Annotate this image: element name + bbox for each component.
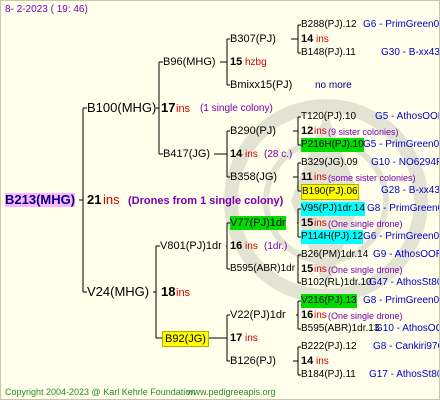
sire-num: 17: [161, 100, 176, 115]
root-queen[interactable]: B213(MHG): [5, 193, 76, 207]
ds-ins: ins: [245, 241, 258, 252]
g4-queen[interactable]: B190(PJ).06: [301, 184, 359, 200]
ds-note: (1dr.): [264, 241, 288, 252]
g4-queen[interactable]: T120(PJ).10: [301, 110, 356, 124]
footer-site-link[interactable]: www.pedigreeapis.org: [187, 385, 276, 399]
g4-origin: G6 - PrimGreen00: [363, 19, 440, 30]
dd-ins: ins: [245, 333, 258, 344]
dd-queen[interactable]: B92(JG): [162, 331, 209, 347]
g3-note: (9 sister colonies): [328, 127, 399, 137]
report-date: 8- 2-2023 ( 19: 46): [5, 4, 88, 15]
root-note: (Drones from 1 single colony): [128, 195, 284, 207]
root-ins: ins: [103, 192, 120, 207]
g4-origin: G5 - AthosOOR: [375, 111, 440, 122]
g3-queen[interactable]: B126(PJ): [230, 354, 276, 368]
sd-note: (28 c.): [264, 149, 293, 160]
g4-queen[interactable]: B148(PJ).11: [301, 46, 356, 60]
g3-num: 14: [301, 355, 314, 367]
g4-queen[interactable]: V95(PJ)1dr.14: [301, 202, 365, 216]
g4-origin: G8 - PrimGreen00: [363, 295, 440, 306]
g3-num: 16: [301, 309, 314, 321]
sd-queen[interactable]: B417(JG): [163, 147, 210, 161]
g3-num: 15: [301, 263, 314, 275]
sd-ins: ins: [245, 149, 258, 160]
g4-origin: G5 - PrimGreen00: [363, 139, 440, 150]
g4-queen[interactable]: P114H(PJ).12: [301, 230, 364, 244]
g4-origin: G28 - B-xx43: [381, 185, 440, 196]
sire-ins: ins: [176, 103, 191, 115]
g3-note: (some sister colonies): [328, 173, 416, 183]
g3-ins: ins: [316, 34, 329, 45]
g3-ins: ins: [314, 310, 327, 321]
ds-num: 16: [230, 240, 243, 252]
sire-note: (1 single colony): [200, 103, 273, 114]
g4-origin: G8 - PrimGreen00: [367, 203, 439, 214]
g3-ins: ins: [314, 218, 327, 229]
g3-queen[interactable]: V77(PJ)1dr: [230, 216, 286, 230]
g4-origin: G9 - AthosOOR: [373, 249, 440, 260]
g3-num: 15: [301, 217, 314, 229]
sd-num: 14: [230, 148, 243, 160]
dam-queen[interactable]: V24(MHG): [87, 285, 149, 299]
g4-origin: G17 - AthosSt80R: [369, 369, 439, 380]
dd-num: 17: [230, 332, 243, 344]
dam-ins: ins: [176, 287, 191, 299]
g4-origin: G10 - NO6294R: [371, 157, 440, 168]
g4-queen[interactable]: B595(ABR)1dr.13: [301, 322, 379, 336]
g3-ins: ins: [314, 172, 327, 183]
g4-queen[interactable]: B329(JG).09: [301, 156, 358, 170]
dam-num: 18: [161, 284, 176, 299]
g3-queen[interactable]: B595(ABR)1dr: [230, 262, 295, 276]
g4-origin: G47 - AthosSt80R: [369, 277, 439, 288]
g4-origin: G8 - Cankiri97Q: [373, 341, 440, 352]
g3-ins: ins: [314, 126, 327, 137]
g4-queen[interactable]: B222(PJ).12: [301, 340, 357, 354]
g3-note: (One single drone): [328, 311, 403, 321]
ss-ins: hzbg: [245, 57, 267, 68]
g3-queen[interactable]: B307(PJ): [230, 32, 276, 46]
g3-num: 11: [301, 171, 313, 183]
g3-ins: ins: [316, 356, 329, 367]
g3-note: (One single drone): [328, 265, 403, 275]
g3-note: no more: [315, 80, 352, 91]
sire-queen[interactable]: B100(MHG): [87, 101, 156, 115]
ss-queen[interactable]: B96(MHG): [163, 55, 216, 69]
g3-queen[interactable]: Bmixx15(PJ): [230, 78, 292, 92]
g4-queen[interactable]: B26(PM)1dr.14: [301, 248, 368, 262]
g3-queen[interactable]: B290(PJ): [230, 124, 276, 138]
root-num: 21: [87, 192, 102, 207]
g4-queen[interactable]: B102(RL)1dr.10: [301, 276, 372, 290]
footer-copyright: Copyright 2004-2023 @ Karl Kehrle Founda…: [5, 387, 196, 397]
g4-queen[interactable]: B288(PJ).12: [301, 18, 357, 32]
g4-origin: G10 - AthosOOR: [375, 323, 439, 334]
g3-num: 14: [301, 33, 314, 45]
g4-queen[interactable]: V216(PJ).13: [301, 294, 357, 308]
g4-origin: G30 - B-xx43: [381, 47, 440, 58]
pedigree-panel: 8- 2-2023 ( 19: 46) B213(MHG) 21 ins (Dr…: [0, 0, 440, 400]
g3-queen[interactable]: B358(JG): [230, 170, 277, 184]
g3-note: (One single drone): [328, 219, 403, 229]
g3-num: 12: [301, 125, 314, 137]
g4-queen[interactable]: B184(PJ).11: [301, 368, 356, 382]
g4-origin: G6 - PrimGreen00: [363, 231, 440, 242]
g4-queen[interactable]: P216H(PJ).10: [301, 138, 364, 152]
ss-num: 15: [230, 56, 243, 68]
ds-queen[interactable]: V801(PJ)1dr: [160, 239, 222, 253]
g3-queen[interactable]: V22(PJ)1dr: [230, 308, 286, 322]
g3-ins: ins: [314, 264, 327, 275]
